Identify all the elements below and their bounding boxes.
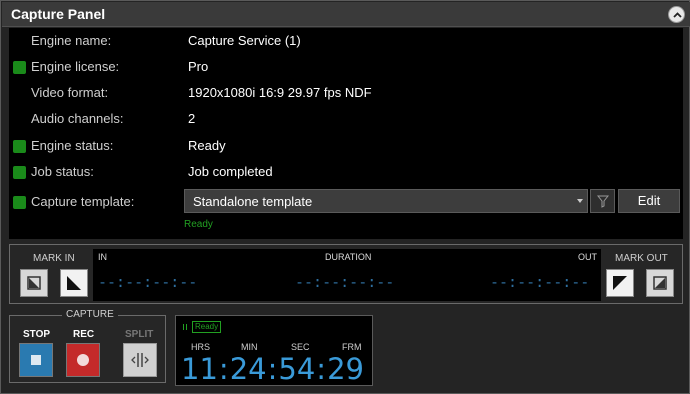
- duration-label: DURATION: [325, 252, 372, 262]
- engine-license-label: Engine license:: [31, 59, 120, 74]
- capture-controls: CAPTURE STOP REC SPLIT: [9, 309, 166, 383]
- panel-titlebar: Capture Panel: [2, 2, 690, 27]
- engine-license-value: Pro: [188, 59, 209, 74]
- edit-template-button[interactable]: Edit: [618, 189, 680, 213]
- filter-button[interactable]: [590, 189, 615, 213]
- min-label: MIN: [241, 342, 258, 352]
- set-mark-in-button[interactable]: [60, 269, 88, 297]
- sec-label: SEC: [291, 342, 310, 352]
- engine-name-value: Capture Service (1): [188, 33, 301, 48]
- row-engine-license: Engine license: Pro: [9, 57, 683, 77]
- mark-out-icon: [613, 276, 627, 290]
- mark-in-label: MARK IN: [33, 253, 75, 264]
- split-button[interactable]: [123, 343, 157, 377]
- timecode-digits: 11:24:54:29: [181, 352, 364, 386]
- seconds-value: 54: [278, 352, 316, 386]
- chevron-up-icon: [673, 12, 682, 18]
- license-status-led: [13, 61, 26, 74]
- collapse-button[interactable]: [668, 6, 685, 23]
- out-timecode: --:--:--:--: [490, 273, 590, 291]
- in-timecode: --:--:--:--: [98, 273, 198, 291]
- split-label: SPLIT: [125, 329, 154, 340]
- colon-separator: :: [316, 352, 327, 386]
- engine-name-label: Engine name:: [31, 33, 112, 48]
- stop-button[interactable]: [19, 343, 53, 377]
- record-icon: [77, 354, 89, 366]
- clock-status-badge: Ready: [192, 321, 222, 333]
- mark-out-label: MARK OUT: [615, 253, 668, 264]
- frm-label: FRM: [342, 342, 362, 352]
- row-audio-channels: Audio channels: 2: [9, 109, 683, 129]
- template-status-text: Ready: [184, 219, 213, 230]
- go-to-in-icon: [27, 276, 41, 290]
- audio-channels-value: 2: [188, 111, 196, 126]
- record-button[interactable]: [66, 343, 100, 377]
- mark-timecode-strip: IN DURATION OUT --:--:--:-- --:--:--:-- …: [93, 249, 601, 301]
- hrs-label: HRS: [191, 342, 211, 352]
- dropdown-arrow-icon: [577, 199, 583, 203]
- capture-template-label: Capture template:: [31, 194, 135, 209]
- colon-separator: :: [218, 352, 229, 386]
- mark-in-icon: [67, 276, 81, 290]
- row-engine-name: Engine name: Capture Service (1): [9, 31, 683, 51]
- stop-icon: [31, 355, 41, 365]
- job-status-value: Job completed: [188, 164, 273, 179]
- go-to-mark-in-button[interactable]: [20, 269, 48, 297]
- capture-template-select[interactable]: Standalone template: [184, 189, 588, 213]
- hours-value: 11: [181, 352, 218, 386]
- video-format-label: Video format:: [31, 85, 109, 100]
- go-to-mark-out-button[interactable]: [646, 269, 674, 297]
- set-mark-out-button[interactable]: [606, 269, 634, 297]
- filter-icon: [597, 195, 609, 208]
- job-status-led: [13, 166, 26, 179]
- panel-title: Capture Panel: [11, 6, 106, 22]
- capture-panel: Capture Panel Engine name: Capture Servi…: [0, 0, 690, 394]
- in-label: IN: [98, 252, 107, 262]
- engine-status-value: Ready: [188, 138, 226, 153]
- engine-info: Engine name: Capture Service (1) Engine …: [9, 28, 683, 239]
- video-format-value: 1920x1080i 16:9 29.97 fps NDF: [188, 85, 372, 100]
- out-label: OUT: [578, 252, 597, 262]
- engine-status-led: [13, 140, 26, 153]
- stop-label: STOP: [23, 329, 51, 340]
- engine-status-label: Engine status:: [31, 138, 114, 153]
- mark-in-out-bar: MARK IN IN DURATION OUT --:--:--:-- --:-…: [9, 244, 683, 304]
- template-status-led: [13, 196, 26, 209]
- pause-icon: [183, 324, 187, 330]
- split-icon: [131, 353, 149, 367]
- colon-separator: :: [267, 352, 278, 386]
- minutes-value: 24: [229, 352, 267, 386]
- capture-template-value: Standalone template: [193, 194, 313, 209]
- recording-timecode-display: Ready HRS MIN SEC FRM 11:24:54:29: [175, 315, 373, 386]
- duration-timecode: --:--:--:--: [295, 273, 395, 291]
- row-video-format: Video format: 1920x1080i 16:9 29.97 fps …: [9, 83, 683, 103]
- job-status-label: Job status:: [31, 164, 94, 179]
- audio-channels-label: Audio channels:: [31, 111, 124, 126]
- row-engine-status: Engine status: Ready: [9, 136, 683, 156]
- frames-value: 29: [327, 352, 364, 386]
- capture-legend: CAPTURE: [62, 309, 118, 320]
- rec-label: REC: [73, 329, 95, 340]
- row-job-status: Job status: Job completed: [9, 162, 683, 182]
- go-to-out-icon: [653, 276, 667, 290]
